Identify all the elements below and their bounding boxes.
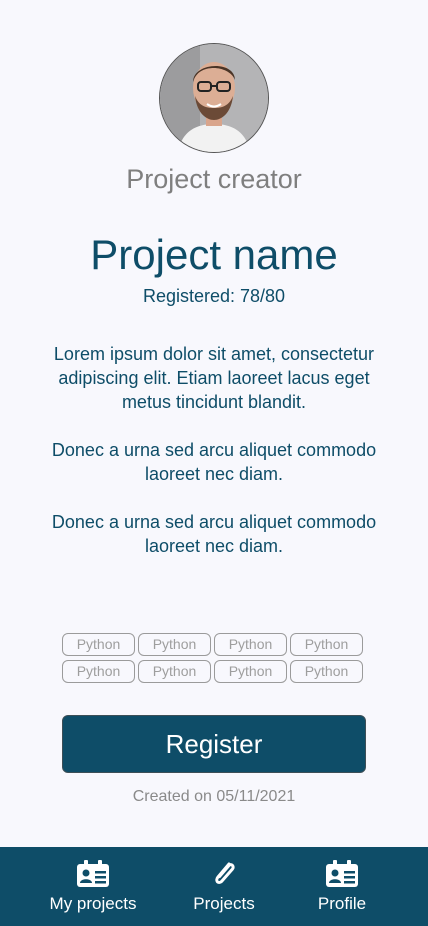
project-detail-screen: Project creator Project name Registered:… [0,0,428,926]
description-paragraph: Lorem ipsum dolor sit amet, consectetur … [53,344,375,412]
creator-name: Project creator [126,164,302,194]
id-card-icon [76,860,110,888]
paperclip-icon [207,860,241,888]
creator-avatar[interactable] [159,43,269,153]
project-title: Project name [90,231,338,278]
nav-item-my-projects[interactable]: My projects [40,847,146,926]
tag-chip: Python [138,660,211,683]
tag-chip: Python [290,633,363,656]
bottom-navigation: My projects Projects Profile [0,847,428,926]
tag-chip: Python [62,660,135,683]
id-card-icon [325,860,359,888]
tag-list: Python Python Python Python Python Pytho… [62,633,366,683]
description-paragraph: Donec a urna sed arcu aliquet commodo la… [51,512,377,556]
registered-count: Registered: 78/80 [142,286,286,306]
nav-item-profile[interactable]: Profile [304,847,380,926]
description-paragraph: Donec a urna sed arcu aliquet commodo la… [51,440,377,484]
project-description: Lorem ipsum dolor sit amet, consectetur … [50,342,378,582]
avatar-photo-icon [160,44,268,152]
tag-chip: Python [290,660,363,683]
nav-item-projects[interactable]: Projects [178,847,270,926]
tag-chip: Python [138,633,211,656]
nav-label: Projects [193,894,255,913]
tag-chip: Python [62,633,135,656]
register-button[interactable]: Register [62,715,366,773]
created-date: Created on 05/11/2021 [132,788,296,805]
tag-chip: Python [214,633,287,656]
nav-label: Profile [317,894,367,913]
nav-label: My projects [49,894,137,913]
tag-chip: Python [214,660,287,683]
